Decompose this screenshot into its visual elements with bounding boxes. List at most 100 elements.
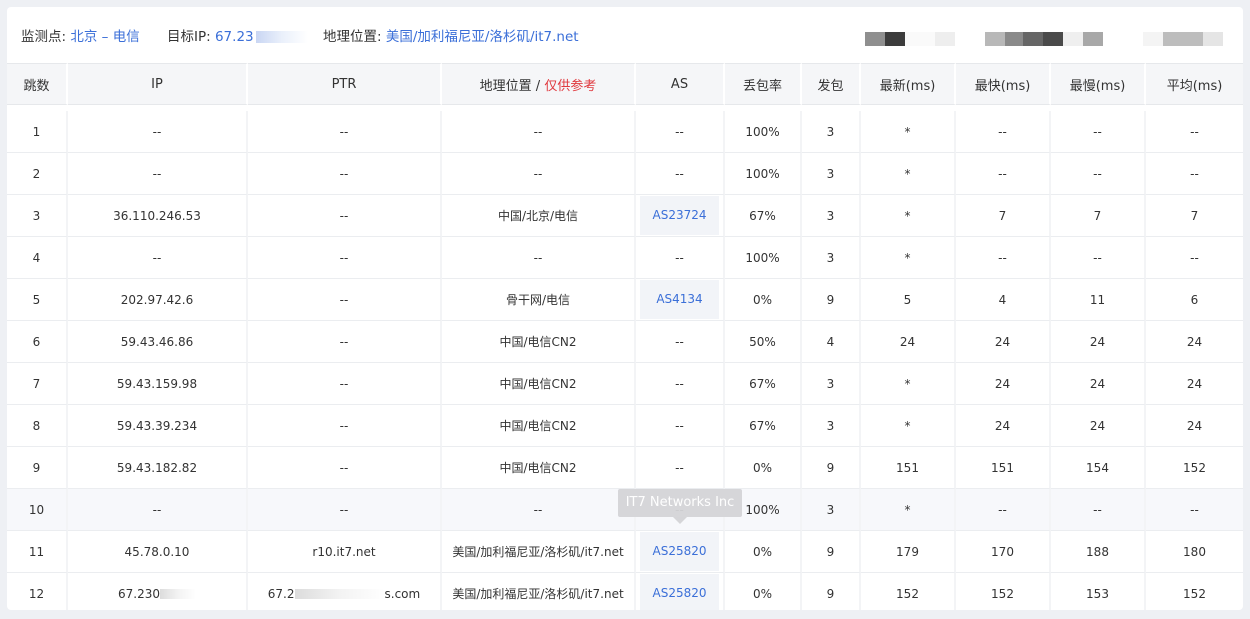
latest-cell: * bbox=[861, 405, 956, 447]
loss-cell: 100% bbox=[725, 153, 802, 195]
avg-cell: 24 bbox=[1146, 321, 1243, 363]
sent-cell: 3 bbox=[802, 111, 861, 153]
hop-cell: 7 bbox=[7, 363, 68, 405]
as-tooltip: IT7 Networks Inc bbox=[618, 489, 742, 517]
sent-cell: 3 bbox=[802, 405, 861, 447]
table-row: 5 202.97.42.6 -- 骨干网/电信 AS4134 0% 9 5 4 … bbox=[7, 279, 1243, 321]
geo-cell: -- bbox=[442, 111, 636, 153]
redacted-ip-blur bbox=[255, 31, 308, 43]
loss-cell: 100% bbox=[725, 111, 802, 153]
table-header: 跳数 IP PTR 地理位置 / 仅供参考 AS 丢包率 发包 最新(ms) 最… bbox=[7, 63, 1243, 105]
ptr-cell: -- bbox=[248, 237, 442, 279]
geo-cell: 中国/电信CN2 bbox=[442, 405, 636, 447]
hop-cell: 3 bbox=[7, 195, 68, 237]
loss-cell: 67% bbox=[725, 363, 802, 405]
loss-cell: 67% bbox=[725, 405, 802, 447]
avg-cell: 152 bbox=[1146, 573, 1243, 610]
geo-cell: 中国/电信CN2 bbox=[442, 447, 636, 489]
ptr-cell: -- bbox=[248, 321, 442, 363]
target-ip: 目标IP: 67.23 bbox=[167, 25, 308, 45]
geo-cell: 美国/加利福尼亚/洛杉矶/it7.net bbox=[442, 531, 636, 573]
ptr-cell: -- bbox=[248, 489, 442, 531]
latest-cell: * bbox=[861, 111, 956, 153]
loss-cell: 0% bbox=[725, 279, 802, 321]
as-link[interactable]: AS25820 bbox=[640, 574, 719, 610]
header-latest[interactable]: 最新(ms) bbox=[861, 63, 956, 105]
hop-cell: 8 bbox=[7, 405, 68, 447]
header-worst[interactable]: 最慢(ms) bbox=[1051, 63, 1146, 105]
best-cell: 24 bbox=[956, 321, 1051, 363]
best-cell: -- bbox=[956, 111, 1051, 153]
loss-cell: 0% bbox=[725, 573, 802, 610]
ip-cell: 59.43.159.98 bbox=[68, 363, 248, 405]
best-cell: 24 bbox=[956, 405, 1051, 447]
hop-cell: 11 bbox=[7, 531, 68, 573]
hop-cell: 12 bbox=[7, 573, 68, 610]
worst-cell: 188 bbox=[1051, 531, 1146, 573]
best-cell: -- bbox=[956, 237, 1051, 279]
ptr-cell: -- bbox=[248, 447, 442, 489]
as-cell: -- bbox=[636, 111, 725, 153]
target-value[interactable]: 67.23 bbox=[215, 29, 254, 45]
as-link[interactable]: AS4134 bbox=[640, 280, 719, 319]
as-cell: -- bbox=[636, 321, 725, 363]
worst-cell: 24 bbox=[1051, 321, 1146, 363]
best-cell: 151 bbox=[956, 447, 1051, 489]
latest-cell: 24 bbox=[861, 321, 956, 363]
ip-cell: -- bbox=[68, 489, 248, 531]
best-cell: 152 bbox=[956, 573, 1051, 610]
table-row: 12 67.230 67.2 s.com 美国/加利福尼亚/洛杉矶/it7.net… bbox=[7, 573, 1243, 610]
monitor-value[interactable]: 北京 – 电信 bbox=[70, 29, 139, 45]
avg-cell: 152 bbox=[1146, 447, 1243, 489]
worst-cell: -- bbox=[1051, 237, 1146, 279]
worst-cell: 7 bbox=[1051, 195, 1146, 237]
header-sent[interactable]: 发包 bbox=[802, 63, 861, 105]
latest-cell: * bbox=[861, 489, 956, 531]
as-cell: -- bbox=[636, 237, 725, 279]
tooltip-arrow bbox=[673, 517, 687, 524]
as-cell: -- bbox=[636, 363, 725, 405]
redacted-ip-blur bbox=[160, 589, 196, 599]
ip-cell: 36.110.246.53 bbox=[68, 195, 248, 237]
header-as[interactable]: AS bbox=[636, 63, 725, 105]
hop-cell: 9 bbox=[7, 447, 68, 489]
as-link[interactable]: AS23724 bbox=[640, 196, 719, 235]
header-loss[interactable]: 丢包率 bbox=[725, 63, 802, 105]
geo-cell: -- bbox=[442, 489, 636, 531]
avg-cell: -- bbox=[1146, 237, 1243, 279]
ptr-cell: -- bbox=[248, 153, 442, 195]
hop-cell: 10 bbox=[7, 489, 68, 531]
geo-cell: -- bbox=[442, 237, 636, 279]
geo-cell: 中国/电信CN2 bbox=[442, 363, 636, 405]
ip-cell: 59.43.182.82 bbox=[68, 447, 248, 489]
as-cell: AS25820 bbox=[636, 573, 725, 610]
worst-cell: 153 bbox=[1051, 573, 1146, 610]
latest-cell: * bbox=[861, 195, 956, 237]
trace-card: 监测点: 北京 – 电信 目标IP: 67.23 地理位置: 美国/加利福尼亚/… bbox=[7, 7, 1243, 610]
worst-cell: 24 bbox=[1051, 405, 1146, 447]
header-best[interactable]: 最快(ms) bbox=[956, 63, 1051, 105]
latest-cell: 179 bbox=[861, 531, 956, 573]
table-row: 11 45.78.0.10 r10.it7.net 美国/加利福尼亚/洛杉矶/i… bbox=[7, 531, 1243, 573]
header-hop[interactable]: 跳数 bbox=[7, 63, 68, 105]
header-ptr[interactable]: PTR bbox=[248, 63, 442, 105]
ip-cell: -- bbox=[68, 237, 248, 279]
latest-cell: 151 bbox=[861, 447, 956, 489]
worst-cell: 154 bbox=[1051, 447, 1146, 489]
sent-cell: 3 bbox=[802, 363, 861, 405]
header-ip[interactable]: IP bbox=[68, 63, 248, 105]
ptr-cell: -- bbox=[248, 405, 442, 447]
header-geo[interactable]: 地理位置 / 仅供参考 bbox=[442, 63, 636, 105]
redacted-area bbox=[865, 27, 1243, 51]
redacted-ptr-blur bbox=[294, 589, 385, 599]
geo-reference-note: 仅供参考 bbox=[544, 78, 597, 94]
hop-cell: 5 bbox=[7, 279, 68, 321]
geo-value[interactable]: 美国/加利福尼亚/洛杉矶/it7.net bbox=[386, 29, 579, 45]
latest-cell: * bbox=[861, 237, 956, 279]
header-avg[interactable]: 平均(ms) bbox=[1146, 63, 1243, 105]
table-row: 7 59.43.159.98 -- 中国/电信CN2 -- 67% 3 * 24… bbox=[7, 363, 1243, 405]
best-cell: 7 bbox=[956, 195, 1051, 237]
table-row: 9 59.43.182.82 -- 中国/电信CN2 -- 0% 9 151 1… bbox=[7, 447, 1243, 489]
geo-cell: 中国/电信CN2 bbox=[442, 321, 636, 363]
as-link[interactable]: AS25820 bbox=[640, 532, 719, 571]
